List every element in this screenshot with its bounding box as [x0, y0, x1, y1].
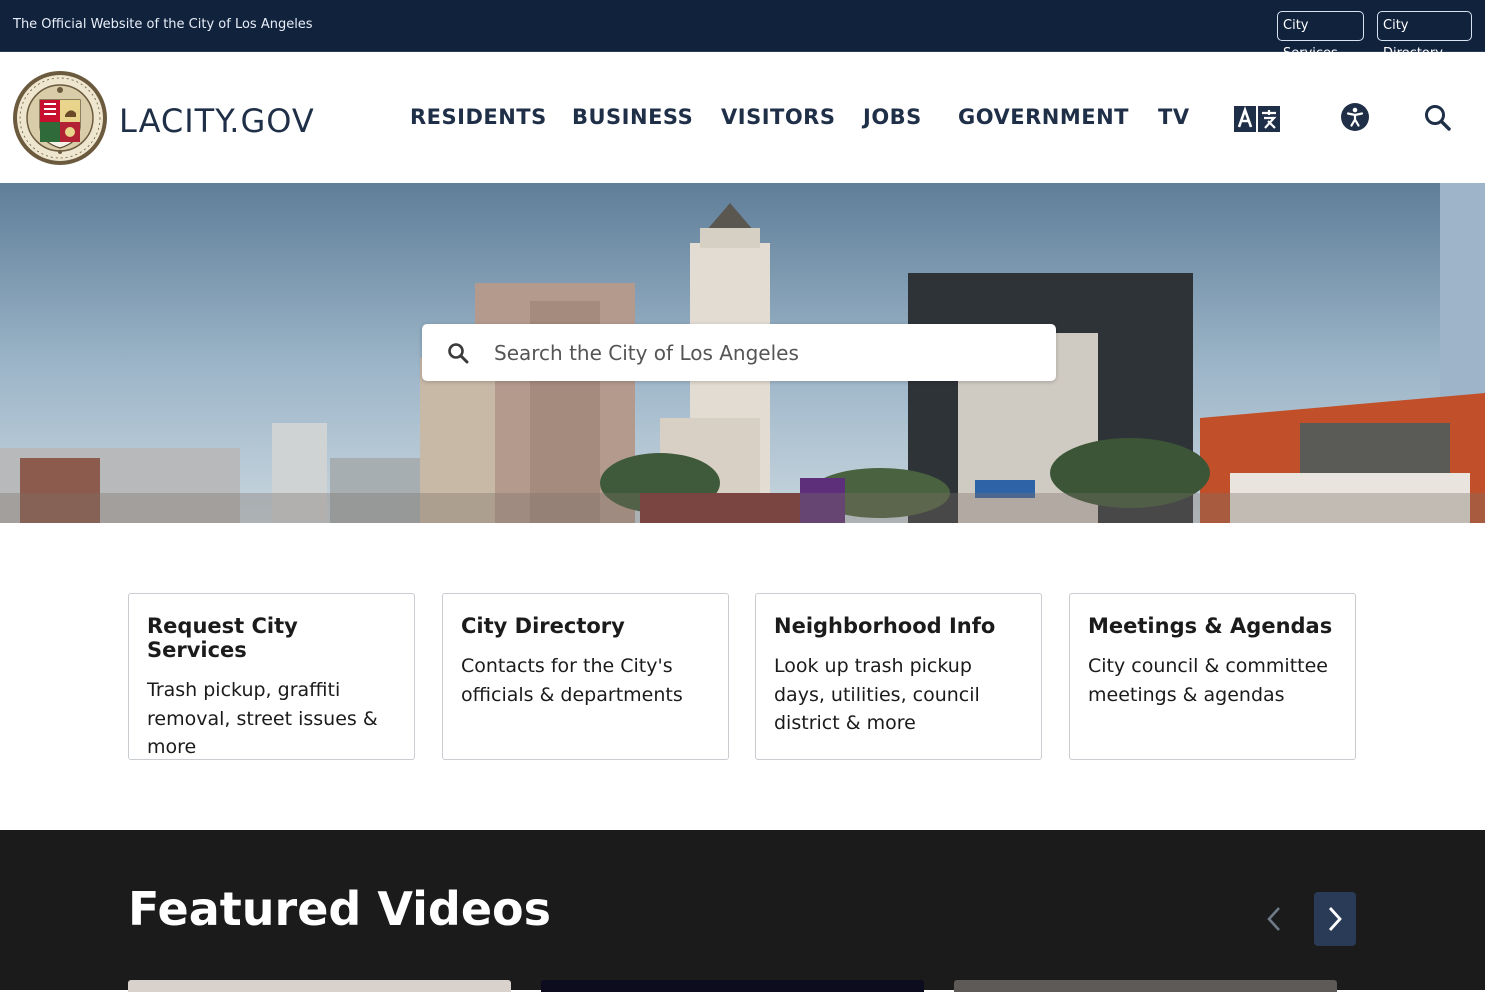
site-header: LACITY.GOV RESIDENTS BUSINESS VISITORS J…	[0, 52, 1485, 183]
carousel-prev-button[interactable]	[1253, 892, 1295, 946]
video-thumbnail[interactable]	[541, 980, 924, 992]
card-description: Contacts for the City's officials & depa…	[461, 655, 683, 706]
search-icon	[448, 343, 469, 364]
translate-icon[interactable]	[1234, 106, 1280, 132]
official-website-text: The Official Website of the City of Los …	[13, 17, 313, 32]
card-request-city-services[interactable]: Request City Services Trash pickup, graf…	[128, 593, 415, 760]
top-utility-bar: The Official Website of the City of Los …	[0, 0, 1485, 61]
city-seal-logo[interactable]	[12, 70, 108, 166]
chevron-right-icon	[1328, 907, 1342, 931]
card-description: Trash pickup, graffiti removal, street i…	[147, 679, 378, 758]
chevron-left-icon	[1267, 907, 1280, 931]
card-neighborhood-info[interactable]: Neighborhood Info Look up trash pickup d…	[755, 593, 1042, 760]
featured-videos-heading: Featured Videos	[128, 882, 552, 936]
nav-jobs[interactable]: JOBS	[863, 105, 922, 129]
hero-banner	[0, 183, 1485, 523]
hero-search-input[interactable]	[492, 334, 1036, 372]
nav-residents[interactable]: RESIDENTS	[410, 105, 547, 129]
video-thumbnail[interactable]	[128, 980, 511, 992]
card-title: Request City Services	[147, 614, 298, 662]
accessibility-icon[interactable]	[1341, 103, 1369, 131]
card-description: Look up trash pickup days, utilities, co…	[774, 655, 980, 734]
video-thumbnail[interactable]	[954, 980, 1337, 992]
city-services-button[interactable]: City Services	[1277, 11, 1364, 61]
nav-tv[interactable]: TV	[1158, 105, 1190, 129]
carousel-next-button[interactable]	[1314, 892, 1356, 946]
nav-business[interactable]: BUSINESS	[572, 105, 693, 129]
featured-videos-section: Featured Videos	[0, 830, 1485, 992]
card-title: City Directory	[461, 614, 625, 638]
site-brand[interactable]: LACITY.GOV	[119, 102, 315, 140]
nav-visitors[interactable]: VISITORS	[721, 105, 835, 129]
search-icon[interactable]	[1424, 104, 1452, 132]
nav-government[interactable]: GOVERNMENT	[958, 105, 1129, 129]
hero-search-box[interactable]	[422, 324, 1056, 381]
card-title: Meetings & Agendas	[1088, 614, 1333, 638]
card-meetings-agendas[interactable]: Meetings & Agendas City council & commit…	[1069, 593, 1356, 760]
card-description: City council & committee meetings & agen…	[1088, 655, 1328, 706]
city-directory-button[interactable]: City Directory	[1377, 11, 1472, 61]
card-title: Neighborhood Info	[774, 614, 996, 638]
card-city-directory[interactable]: City Directory Contacts for the City's o…	[442, 593, 729, 760]
